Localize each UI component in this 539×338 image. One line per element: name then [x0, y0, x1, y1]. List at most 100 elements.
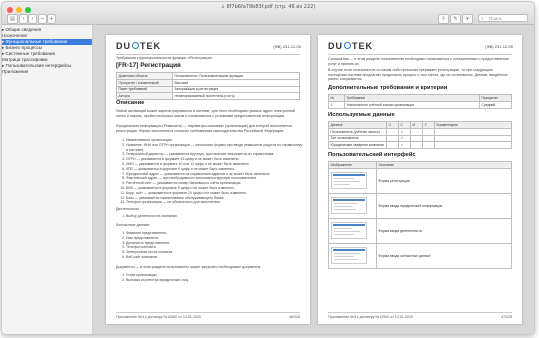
- table-cell: [422, 127, 435, 136]
- table-cell: [410, 127, 423, 136]
- data-table: Данные Ч С И У Комментарии Пользователь …: [328, 121, 512, 150]
- column-header: Изображение: [328, 161, 377, 169]
- requisites-list: Наименование организации. Название, ИНН …: [120, 138, 304, 205]
- meta-value: Неавторизованный посетитель (гость): [172, 92, 300, 101]
- list-item: Веб-сайт компании.: [126, 255, 304, 260]
- table-row: Пользователь (учётная запись) ✓: [328, 127, 512, 136]
- sidebar-outline: ▸ Общие сведения Назначение ▸ Функционал…: [2, 25, 93, 334]
- ui-thumbnail-cell: [328, 192, 377, 219]
- table-cell: Пользователь (учётная запись): [328, 127, 387, 136]
- table-row: Форма регистрации: [328, 167, 512, 194]
- column-header: Описание: [376, 161, 512, 169]
- page-number: 47/228: [501, 315, 512, 319]
- activity-list: Выбор деятельности компании.: [120, 214, 304, 219]
- table-cell: Форма ввода контактных данных: [376, 242, 512, 269]
- footer-note: Приложение №4 к договору №12500 от 13.01…: [116, 315, 201, 319]
- paragraph: В случае если пользователь по каким-либо…: [328, 68, 508, 82]
- pdf-page-right: DU TEK (ФВ) 231-12-05 Соглашения — в этом…: [318, 35, 522, 324]
- document-area[interactable]: DU TEK (ФВ) 231-12-05 Требования к функци…: [93, 25, 534, 334]
- screen-thumbnail: [330, 197, 367, 215]
- page-footer: Приложение №4 к договору №12500 от 13.01…: [328, 312, 512, 319]
- ui-thumbnail-cell: [328, 242, 377, 269]
- section-heading: Описание: [116, 100, 145, 106]
- meta-key: Приоритет / комментарий: [116, 78, 173, 87]
- sidebar-toggle-button[interactable]: ▤: [7, 14, 18, 24]
- screen-thumbnail: [330, 222, 367, 240]
- table-row: Пакет требований Авторизация и регистрац…: [116, 85, 300, 94]
- list-item: Телефон организации — не обязательно для…: [126, 200, 304, 205]
- table-header-row: Изображение Описание: [328, 161, 512, 169]
- more-button[interactable]: ▾: [462, 14, 473, 24]
- table-cell: Средний: [479, 100, 512, 109]
- column-header: Данные: [328, 121, 387, 129]
- window-title: ↓ 8f7b6fa79b83f.pdf (стр. 46 из 222): [220, 4, 316, 10]
- section-heading: Дополнительные требования и критерии: [328, 85, 448, 91]
- table-cell: [410, 134, 423, 143]
- check-icon: ✓: [398, 141, 411, 150]
- page-subtitle: Требования к функциональности функции «Р…: [116, 56, 213, 60]
- table-row: 1 Уникальность учётной записи организаци…: [328, 100, 512, 109]
- list-item: Название, ИНН или ОГРН организации — нач…: [126, 143, 304, 153]
- paragraph: Любой желающий может зарегистрироваться …: [116, 109, 295, 118]
- annotate-button[interactable]: ✎: [450, 14, 461, 24]
- column-header: У: [422, 121, 435, 129]
- company-logo: DU TEK: [328, 41, 373, 51]
- page-number: 46/228: [289, 315, 300, 319]
- meta-value: Авторизация и регистрация: [172, 85, 300, 94]
- table-row: Акторы Неавторизованный посетитель (гост…: [116, 92, 300, 101]
- column-header: Приоритет: [479, 94, 512, 102]
- logo-ring-icon: [132, 42, 139, 49]
- paragraph: Соглашения — в этом разделе пользователю…: [328, 57, 509, 66]
- ui-thumbnail-cell: [328, 167, 377, 194]
- column-header: №: [328, 94, 345, 102]
- column-header: Комментарии: [434, 121, 512, 129]
- check-icon: ✓: [398, 127, 411, 136]
- logo-ring-icon: [344, 42, 351, 49]
- title-bar: ↓ 8f7b6fa79b83f.pdf (стр. 46 из 222) ▤ ‹…: [2, 2, 534, 25]
- check-icon: ✓: [398, 134, 411, 143]
- table-row: Форма ввода контактных данных: [328, 242, 512, 269]
- meta-value: Высокий: [172, 78, 300, 87]
- table-row: Юридические сведения компании ✓: [328, 141, 512, 150]
- meta-key: Пакет требований: [116, 85, 173, 94]
- table-cell: [386, 134, 399, 143]
- table-cell: [386, 127, 399, 136]
- column-header: И: [410, 121, 423, 129]
- share-button[interactable]: ⇪: [438, 14, 449, 24]
- search-icon: ⌕: [481, 16, 484, 22]
- table-cell: [422, 134, 435, 143]
- table-cell: Форма ввода деятельности: [376, 217, 512, 244]
- back-button[interactable]: ‹: [19, 14, 28, 24]
- table-row: Приоритет / комментарий Высокий: [116, 78, 300, 87]
- header-divider: [116, 54, 300, 55]
- search-input[interactable]: ⌕ Поиск: [478, 14, 528, 22]
- table-row: Тип пользователя ✓: [328, 134, 512, 143]
- meta-key: Доменная область: [116, 72, 173, 80]
- search-placeholder: Поиск: [489, 16, 502, 21]
- table-cell: Форма ввода юридической информации: [376, 192, 512, 219]
- zoom-in-button[interactable]: +: [47, 14, 56, 24]
- ui-thumbnail-cell: [328, 217, 377, 244]
- table-header-row: № Требование Приоритет: [328, 94, 512, 102]
- zoom-out-button[interactable]: −: [38, 14, 47, 24]
- page-header-date: (ФВ) 231-12-05: [485, 44, 513, 49]
- table-cell: [410, 141, 423, 150]
- table-cell: Уникальность учётной записи организации: [344, 100, 480, 109]
- header-divider: [328, 54, 512, 55]
- column-header: Ч: [386, 121, 399, 129]
- meta-key: Акторы: [116, 92, 173, 101]
- footer-note: Приложение №4 к договору №12500 от 13.01…: [328, 315, 413, 319]
- table-cell: [422, 141, 435, 150]
- table-cell: [386, 141, 399, 150]
- sidebar-item[interactable]: Приложения: [2, 69, 92, 75]
- paragraph: Юридическая информация (Реквизиты) — пар…: [116, 124, 292, 133]
- table-cell: [434, 141, 512, 150]
- table-cell: Юридические сведения компании: [328, 141, 387, 150]
- requirements-table: № Требование Приоритет 1 Уникальность уч…: [328, 94, 512, 109]
- table-row: Форма ввода юридической информации: [328, 192, 512, 219]
- forward-button[interactable]: ›: [28, 14, 37, 24]
- list-item: Выбор деятельности компании.: [126, 214, 304, 219]
- requirement-meta-table: Доменная область Пользователи / Пользова…: [116, 72, 300, 101]
- pdf-page-left: DU TEK (ФВ) 231-12-05 Требования к функци…: [106, 35, 310, 324]
- paragraph: Документы — в этом разделе пользователь …: [116, 265, 262, 269]
